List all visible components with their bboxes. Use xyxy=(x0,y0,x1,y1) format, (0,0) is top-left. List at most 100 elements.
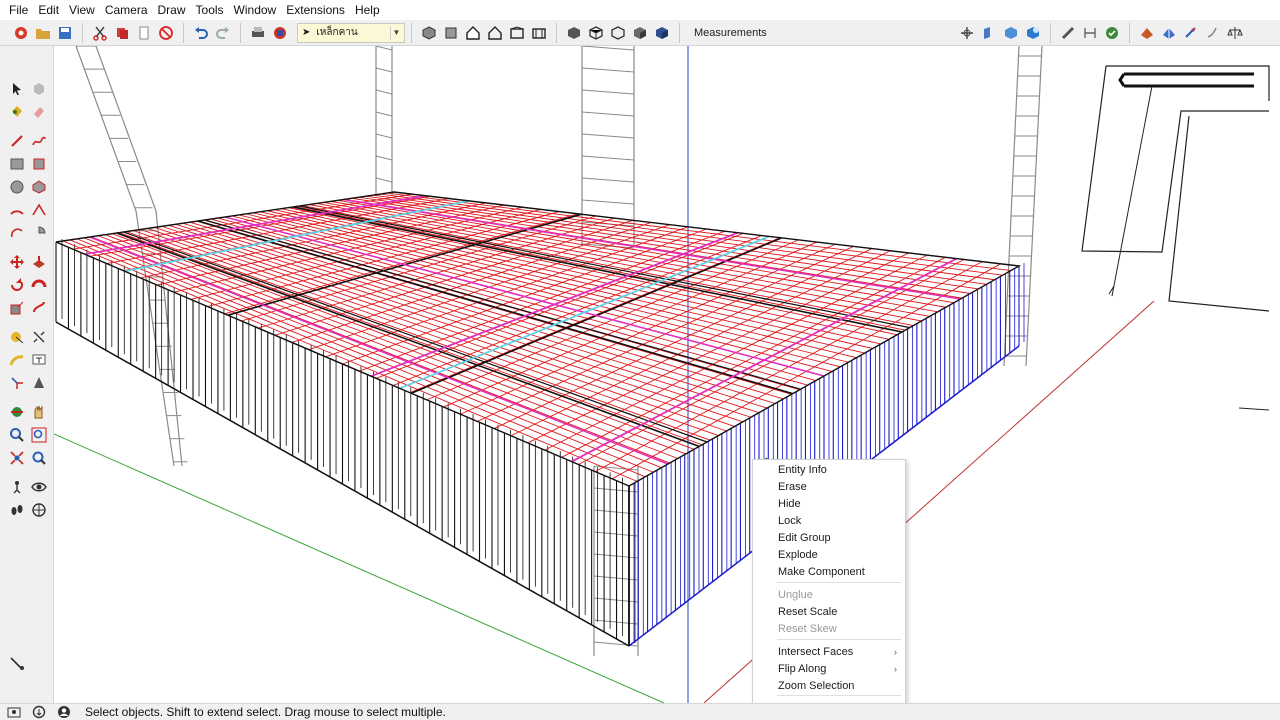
context-menu-item-edit-group[interactable]: Edit Group xyxy=(753,530,905,547)
balance-icon[interactable] xyxy=(1224,22,1246,44)
protractor-icon[interactable] xyxy=(6,349,28,371)
section-cut-icon[interactable] xyxy=(1022,22,1044,44)
erase-icon[interactable] xyxy=(155,22,177,44)
xray-icon[interactable] xyxy=(563,22,585,44)
chevron-down-icon[interactable]: ▼ xyxy=(390,25,402,40)
menu-draw[interactable]: Draw xyxy=(153,0,191,20)
print-icon[interactable] xyxy=(247,22,269,44)
front-view-icon[interactable] xyxy=(462,22,484,44)
context-menu-item-intersect-faces[interactable]: Intersect Faces › xyxy=(753,644,905,661)
geo-location-icon[interactable] xyxy=(6,705,22,719)
3d-viewport[interactable] xyxy=(54,46,1280,703)
axes-tool-icon[interactable] xyxy=(6,372,28,394)
zoom-icon[interactable] xyxy=(6,424,28,446)
push-pull-icon[interactable] xyxy=(28,251,50,273)
rotate-icon[interactable] xyxy=(6,274,28,296)
sandbox-smoove-icon[interactable] xyxy=(6,652,28,674)
zoom-extents-icon[interactable] xyxy=(6,447,28,469)
pie-icon[interactable] xyxy=(28,222,50,244)
paste-icon[interactable] xyxy=(133,22,155,44)
orbit-icon[interactable] xyxy=(6,401,28,423)
dimensions-tool-icon[interactable] xyxy=(28,326,50,348)
menu-view[interactable]: View xyxy=(64,0,100,20)
top-view-icon[interactable] xyxy=(440,22,462,44)
hidden-line-icon[interactable] xyxy=(607,22,629,44)
context-menu-item-explode[interactable]: Explode xyxy=(753,547,905,564)
context-menu-item-make-component[interactable]: Make Component xyxy=(753,564,905,581)
new-model-icon[interactable] xyxy=(10,22,32,44)
scale-icon[interactable] xyxy=(1202,22,1224,44)
context-menu-item-reset-scale[interactable]: Reset Scale xyxy=(753,604,905,621)
component-icon[interactable] xyxy=(28,78,50,100)
two-point-arc-icon[interactable] xyxy=(28,199,50,221)
section-plane-tool-icon[interactable] xyxy=(28,499,50,521)
menu-window[interactable]: Window xyxy=(229,0,282,20)
menu-edit[interactable]: Edit xyxy=(33,0,64,20)
context-menu-item-zoom-selection[interactable]: Zoom Selection xyxy=(753,678,905,695)
menu-camera[interactable]: Camera xyxy=(100,0,153,20)
shaded-icon[interactable] xyxy=(629,22,651,44)
menu-help[interactable]: Help xyxy=(350,0,385,20)
offset-icon[interactable] xyxy=(28,297,50,319)
layer-dropdown[interactable]: ➤ เหล็กคาน ▼ xyxy=(297,22,405,43)
iso-view-icon[interactable] xyxy=(418,22,440,44)
dimension-icon[interactable] xyxy=(1079,22,1101,44)
left-view-icon[interactable] xyxy=(528,22,550,44)
scale-tool-icon[interactable] xyxy=(6,297,28,319)
back-view-icon[interactable] xyxy=(506,22,528,44)
arc-icon[interactable] xyxy=(6,199,28,221)
copy-icon[interactable] xyxy=(111,22,133,44)
textured-icon[interactable] xyxy=(651,22,673,44)
3d-text-icon[interactable] xyxy=(28,372,50,394)
follow-path-icon[interactable] xyxy=(28,274,50,296)
context-menu-item-erase[interactable]: Erase xyxy=(753,479,905,496)
right-view-icon[interactable] xyxy=(484,22,506,44)
shape-icon[interactable] xyxy=(1158,22,1180,44)
model-info-icon[interactable] xyxy=(269,22,291,44)
context-menu-item-flip-along[interactable]: Flip Along › xyxy=(753,661,905,678)
circle-icon[interactable] xyxy=(6,176,28,198)
tape-measure-icon[interactable] xyxy=(1057,22,1079,44)
pan-icon[interactable] xyxy=(28,401,50,423)
context-menu-item-lock[interactable]: Lock xyxy=(753,513,905,530)
axes-icon[interactable] xyxy=(956,22,978,44)
open-icon[interactable] xyxy=(32,22,54,44)
menu-extensions[interactable]: Extensions xyxy=(281,0,350,20)
look-around-icon[interactable] xyxy=(28,476,50,498)
rotated-rectangle-icon[interactable] xyxy=(28,153,50,175)
freehand-icon[interactable] xyxy=(28,130,50,152)
section-display-icon[interactable] xyxy=(1000,22,1022,44)
redo-icon[interactable] xyxy=(212,22,234,44)
column-center xyxy=(581,177,635,183)
context-menu-item-entity-info[interactable]: Entity Info xyxy=(753,462,905,479)
walk-icon[interactable] xyxy=(6,499,28,521)
section-plane-icon[interactable] xyxy=(978,22,1000,44)
rectangle-icon[interactable] xyxy=(6,153,28,175)
user-account-icon[interactable] xyxy=(56,705,72,719)
position-camera-icon[interactable] xyxy=(6,476,28,498)
polygon-icon[interactable] xyxy=(28,176,50,198)
context-menu-item-hide[interactable]: Hide xyxy=(753,496,905,513)
move-icon[interactable] xyxy=(6,251,28,273)
wireframe-icon[interactable] xyxy=(585,22,607,44)
extension-warehouse-icon[interactable] xyxy=(1101,22,1123,44)
three-point-arc-icon[interactable] xyxy=(6,222,28,244)
follow-me-icon[interactable] xyxy=(1180,22,1202,44)
save-icon[interactable] xyxy=(54,22,76,44)
tape-measure-tool-icon[interactable] xyxy=(6,326,28,348)
credits-icon[interactable] xyxy=(31,705,47,719)
zoom-window-icon[interactable] xyxy=(28,424,50,446)
menu-file[interactable]: File xyxy=(4,0,33,20)
undo-icon[interactable] xyxy=(190,22,212,44)
column-back xyxy=(375,46,393,51)
menu-tools[interactable]: Tools xyxy=(191,0,229,20)
previous-view-icon[interactable] xyxy=(28,447,50,469)
cut-icon[interactable] xyxy=(89,22,111,44)
rebar-model-scene[interactable] xyxy=(54,46,1280,703)
text-tool-icon[interactable] xyxy=(28,349,50,371)
sandbox-icon[interactable] xyxy=(1136,22,1158,44)
paint-bucket-icon[interactable] xyxy=(6,101,28,123)
select-arrow-icon[interactable] xyxy=(6,78,28,100)
line-tool-icon[interactable] xyxy=(6,130,28,152)
eraser-icon[interactable] xyxy=(28,101,50,123)
